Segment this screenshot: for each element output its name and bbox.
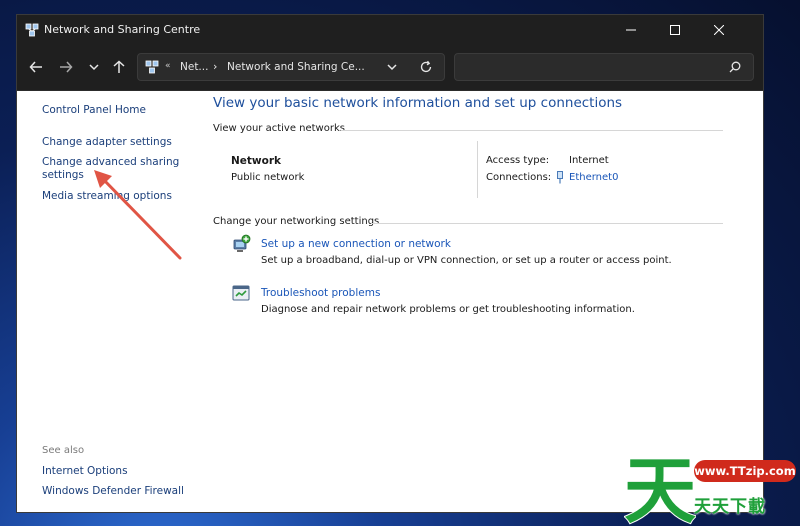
breadcrumb-separator[interactable]: › (213, 60, 217, 73)
breadcrumb-current[interactable]: Network and Sharing Ce... (227, 61, 365, 73)
minimize-button[interactable] (609, 15, 653, 45)
back-button[interactable] (25, 56, 47, 78)
troubleshoot-problems-description: Diagnose and repair network problems or … (261, 304, 635, 315)
refresh-icon[interactable] (419, 60, 433, 74)
search-icon[interactable] (729, 61, 741, 73)
search-input[interactable] (454, 53, 754, 81)
vertical-divider (477, 141, 478, 198)
forward-button[interactable] (55, 56, 77, 78)
change-adapter-settings-link[interactable]: Change adapter settings (42, 136, 192, 149)
section-divider (341, 130, 723, 131)
section-divider (371, 223, 723, 224)
internet-options-link[interactable]: Internet Options (42, 465, 192, 478)
watermark-url: www.TTzip.com (694, 460, 796, 482)
maximize-button[interactable] (653, 15, 697, 45)
new-connection-icon (233, 234, 251, 252)
advanced-sharing-line1: Change advanced sharing (42, 156, 180, 168)
breadcrumb-overflow[interactable]: « (165, 61, 171, 71)
active-networks-label: View your active networks (213, 123, 345, 134)
title-bar[interactable]: Network and Sharing Centre (17, 15, 763, 45)
recent-locations-button[interactable] (83, 56, 105, 78)
control-panel-home-link[interactable]: Control Panel Home (42, 104, 192, 117)
see-also-heading: See also (42, 445, 85, 456)
troubleshoot-icon (232, 285, 250, 301)
network-sharing-icon (25, 23, 39, 37)
annotation-arrow (94, 170, 182, 260)
connections-label: Connections: (486, 172, 552, 183)
watermark-big-char: 天 (624, 449, 696, 526)
navigation-bar: « Net... › Network and Sharing Ce... (17, 45, 763, 91)
windows-defender-firewall-link[interactable]: Windows Defender Firewall (42, 485, 192, 498)
forward-arrow-icon (60, 61, 73, 73)
network-category: Public network (231, 172, 305, 183)
breadcrumb-network[interactable]: Net... (180, 61, 208, 73)
access-type-label: Access type: (486, 155, 550, 166)
up-button[interactable] (108, 56, 130, 78)
troubleshoot-problems-link[interactable]: Troubleshoot problems (261, 287, 380, 299)
chevron-down-icon (89, 64, 99, 71)
maximize-icon (670, 25, 680, 35)
task-pane: Control Panel Home Change adapter settin… (17, 92, 207, 512)
close-icon (714, 25, 724, 35)
watermark: 天 www.TTzip.com 天天下載 (624, 448, 800, 526)
watermark-glyph: 天 (624, 448, 696, 526)
set-up-new-connection-link[interactable]: Set up a new connection or network (261, 238, 451, 250)
watermark-text: 天天下載 (694, 497, 766, 517)
ethernet0-link[interactable]: Ethernet0 (569, 172, 618, 183)
close-button[interactable] (697, 15, 741, 45)
back-arrow-icon (29, 61, 42, 73)
ethernet-icon (557, 171, 563, 184)
change-settings-label: Change your networking settings (213, 216, 380, 227)
access-type-value: Internet (569, 155, 609, 166)
network-name: Network (231, 155, 282, 167)
window-title: Network and Sharing Centre (44, 23, 201, 36)
address-bar[interactable]: « Net... › Network and Sharing Ce... (137, 53, 445, 81)
set-up-new-connection-description: Set up a broadband, dial-up or VPN conne… (261, 255, 672, 266)
control-panel-icon (145, 60, 159, 74)
up-arrow-icon (113, 60, 125, 73)
page-title: View your basic network information and … (213, 95, 623, 111)
address-dropdown-icon[interactable] (387, 62, 397, 72)
minimize-icon (626, 29, 636, 31)
